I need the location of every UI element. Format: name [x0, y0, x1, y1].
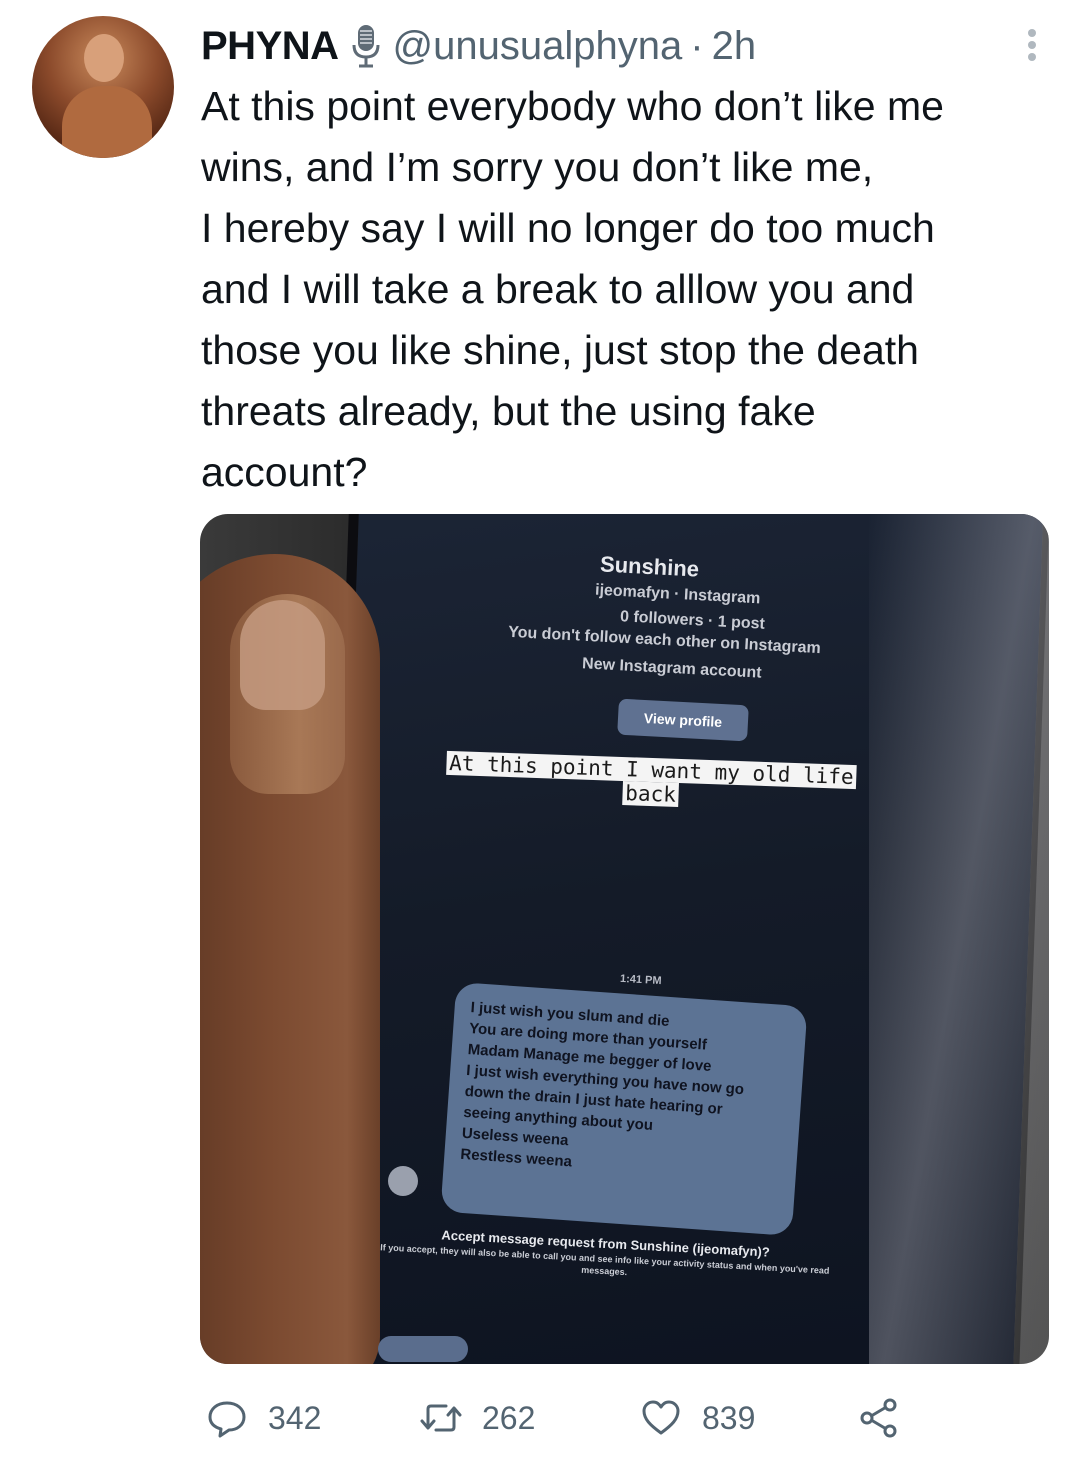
tweet-header: PHYNA @unusualphyna · 2h: [201, 20, 756, 72]
reply-icon: [208, 1401, 246, 1438]
profile-avatar[interactable]: [32, 16, 174, 158]
share-button[interactable]: [858, 1392, 900, 1444]
like-button[interactable]: 839: [640, 1392, 755, 1444]
retweet-icon: [420, 1404, 462, 1432]
header-separator: ·: [690, 23, 704, 68]
tweet-timestamp[interactable]: 2h: [712, 24, 757, 69]
avatar-dress-shape: [62, 86, 152, 158]
tweet-text: At this point everybody who don’t like m…: [201, 83, 944, 495]
like-count: 839: [702, 1399, 756, 1436]
heart-icon: [642, 1400, 680, 1435]
light-glare-shape: [869, 514, 1049, 1364]
tweet-media-image[interactable]: [200, 514, 1049, 1364]
microphone-icon: [352, 25, 380, 68]
share-icon: [860, 1398, 897, 1438]
hand-shape: [200, 554, 380, 1364]
display-name[interactable]: PHYNA: [201, 24, 339, 69]
retweet-count: 262: [482, 1399, 536, 1436]
user-handle[interactable]: @unusualphyna: [393, 24, 683, 69]
retweet-button[interactable]: 262: [420, 1392, 535, 1444]
reply-count: 342: [268, 1399, 322, 1436]
more-vertical-icon[interactable]: [1026, 28, 1038, 62]
thumbnail-shape: [240, 600, 325, 710]
tweet-actions-bar: 342 262 839: [0, 1392, 1080, 1444]
avatar-face-shape: [84, 34, 124, 82]
reply-button[interactable]: 342: [206, 1392, 321, 1444]
